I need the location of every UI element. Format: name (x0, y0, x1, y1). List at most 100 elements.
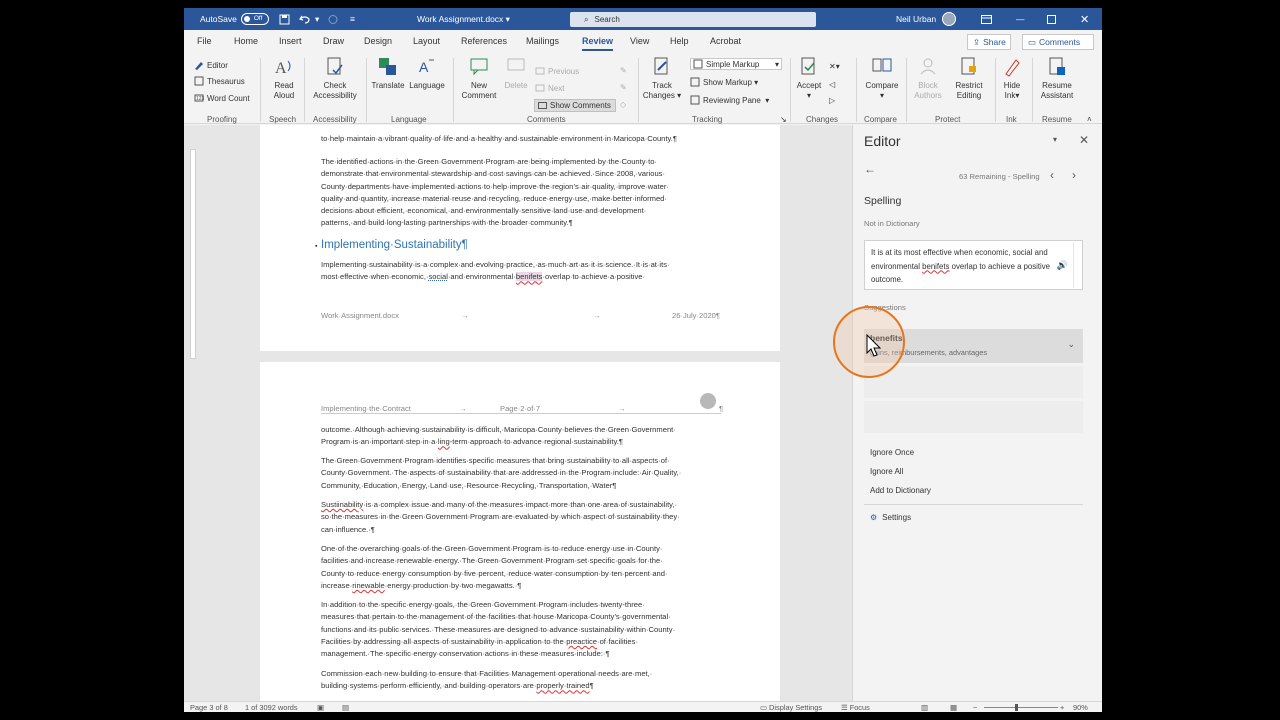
reviewing-pane-button[interactable]: Reviewing Pane ▾ (690, 95, 769, 105)
editor-button[interactable]: Editor (194, 60, 228, 70)
tab-insert[interactable]: Insert (279, 36, 302, 46)
grammar-flag[interactable]: properly·trained (536, 681, 589, 690)
search-box[interactable]: ⌕ Search (570, 12, 816, 27)
share-button[interactable]: ⇪ Share (967, 34, 1011, 50)
context-scrollbar[interactable] (1073, 242, 1081, 288)
floating-image-icon[interactable] (700, 393, 716, 409)
show-comments-button[interactable]: Show Comments (534, 99, 616, 112)
thesaurus-button[interactable]: Thesaurus (194, 76, 245, 86)
user-account[interactable]: Neil Urban (896, 8, 957, 30)
web-layout-icon[interactable]: ▦ (950, 703, 957, 712)
redo-icon[interactable] (327, 8, 339, 30)
paragraph: Sustiinability·is·a·complex·issue·and·ma… (321, 499, 721, 536)
spelling-error[interactable]: preactice (566, 637, 597, 646)
grammar-flag[interactable]: social (428, 272, 447, 281)
resume-assistant-icon (1049, 57, 1065, 75)
zoom-slider-handle[interactable] (1015, 704, 1018, 711)
next-issue-icon[interactable]: › (1072, 168, 1076, 182)
word-count[interactable]: 1 of 3092 words (245, 703, 298, 712)
spelling-error[interactable]: ling (438, 437, 450, 446)
ignore-once-button[interactable]: Ignore Once (870, 448, 914, 457)
previous-comment-button[interactable]: Previous (535, 66, 579, 76)
ignore-all-button[interactable]: Ignore All (870, 467, 903, 476)
markup-select[interactable]: Simple Markup ▾ (690, 58, 782, 70)
close-icon[interactable]: ✕ (1080, 8, 1089, 30)
read-aloud-button[interactable]: A Read Aloud (268, 56, 300, 101)
tab-file[interactable]: File (197, 36, 212, 46)
translate-button[interactable]: Translate (370, 56, 406, 91)
customize-toolbar-icon[interactable]: ≡ (350, 8, 355, 30)
previous-change-icon[interactable]: ◁ (829, 80, 835, 89)
macro-icon[interactable]: ▤ (342, 703, 349, 712)
block-authors-button[interactable]: Block Authors (911, 56, 945, 101)
read-mode-icon[interactable]: ▥ (921, 703, 928, 712)
comments-button[interactable]: ▭ Comments (1022, 34, 1094, 50)
spelling-error[interactable]: rinewable (352, 581, 385, 590)
tab-view[interactable]: View (630, 36, 649, 46)
tracking-options-icon[interactable]: ↘ (780, 115, 787, 124)
compare-button[interactable]: Compare ▾ (862, 56, 902, 101)
proofing-status-icon[interactable]: ▣ (317, 703, 324, 712)
eraser-icon[interactable]: ✎ (620, 83, 627, 92)
status-bar: Page 3 of 8 1 of 3092 words ▣ ▤ ▭ Displa… (184, 701, 1102, 712)
save-icon[interactable] (279, 8, 290, 30)
spelling-error[interactable]: Sustiinability (321, 500, 363, 509)
settings-button[interactable]: ⚙ Settings (870, 513, 911, 522)
tab-design[interactable]: Design (364, 36, 392, 46)
speaker-icon[interactable]: 🔊 (1057, 259, 1068, 273)
focus-button[interactable]: ☰ Focus (841, 703, 870, 712)
chevron-down-icon[interactable]: ⌄ (1067, 339, 1075, 350)
ribbon-display-icon[interactable] (981, 8, 992, 30)
previous-issue-icon[interactable]: ‹ (1050, 168, 1054, 182)
zoom-slider[interactable] (984, 707, 1058, 708)
tab-draw[interactable]: Draw (323, 36, 344, 46)
tab-home[interactable]: Home (234, 36, 258, 46)
pane-options-icon[interactable]: ▾ (1053, 135, 1057, 144)
tab-review[interactable]: Review (582, 36, 614, 51)
ink-tool-icon[interactable]: ◇ (620, 100, 626, 109)
ink-comment-icon[interactable]: ✎ (620, 66, 627, 75)
vertical-ruler[interactable] (190, 149, 196, 359)
new-comment-button[interactable]: New Comment (459, 56, 499, 101)
spelling-error-selected[interactable]: benifets (515, 272, 543, 282)
back-arrow-icon[interactable]: ← (864, 162, 876, 176)
add-to-dictionary-button[interactable]: Add to Dictionary (870, 486, 931, 495)
page-2[interactable]: Implementing·the·Contract → Page·2·of·7 … (260, 362, 780, 701)
accept-button[interactable]: Accept ▾ (792, 56, 826, 101)
tab-mailings[interactable]: Mailings (526, 36, 559, 46)
maximize-icon[interactable] (1047, 8, 1056, 30)
next-comment-button[interactable]: Next (535, 83, 564, 93)
language-button[interactable]: A Language (408, 56, 446, 91)
check-accessibility-button[interactable]: Check Accessibility (310, 56, 360, 101)
autosave-toggle[interactable]: Off (240, 13, 269, 25)
restrict-editing-button[interactable]: Restrict Editing (949, 56, 989, 101)
undo-dropdown-icon[interactable]: ▾ (315, 8, 319, 30)
resume-assistant-button[interactable]: Resume Assistant (1037, 56, 1077, 101)
document-title[interactable]: Work Assignment.docx ▾ (417, 8, 510, 30)
book-icon (194, 76, 204, 86)
undo-icon[interactable] (299, 8, 311, 30)
tab-help[interactable]: Help (670, 36, 689, 46)
display-settings-button[interactable]: ▭ Display Settings (760, 703, 822, 712)
zoom-level[interactable]: 90% (1073, 703, 1088, 712)
zoom-in-icon[interactable]: + (1060, 703, 1064, 712)
page-indicator[interactable]: Page 3 of 8 (190, 703, 228, 712)
tab-layout[interactable]: Layout (413, 36, 440, 46)
show-markup-button[interactable]: Show Markup ▾ (690, 77, 758, 87)
delete-comment-button[interactable]: Delete (502, 56, 530, 91)
zoom-out-icon[interactable]: − (973, 703, 977, 712)
tab-references[interactable]: References (461, 36, 507, 46)
close-pane-icon[interactable]: ✕ (1079, 133, 1089, 147)
track-changes-button[interactable]: Track Changes ▾ (642, 56, 682, 101)
word-count-button[interactable]: 123 Word Count (194, 93, 250, 103)
autosave[interactable]: AutoSave Off (200, 8, 269, 30)
collapse-ribbon-icon[interactable]: ˄ (1087, 115, 1092, 124)
tab-acrobat[interactable]: Acrobat (710, 36, 741, 46)
reject-icon[interactable]: ✕▾ (829, 62, 840, 71)
divider (638, 58, 639, 122)
minimize-icon[interactable]: — (1016, 8, 1025, 30)
page-1[interactable]: to·help·maintain·a·vibrant·quality·of·li… (260, 125, 780, 351)
next-change-icon[interactable]: ▷ (829, 96, 835, 105)
paragraph: outcome.·Although·achieving·sustainabili… (321, 424, 721, 449)
hide-ink-button[interactable]: Hide Ink▾ (999, 56, 1025, 101)
